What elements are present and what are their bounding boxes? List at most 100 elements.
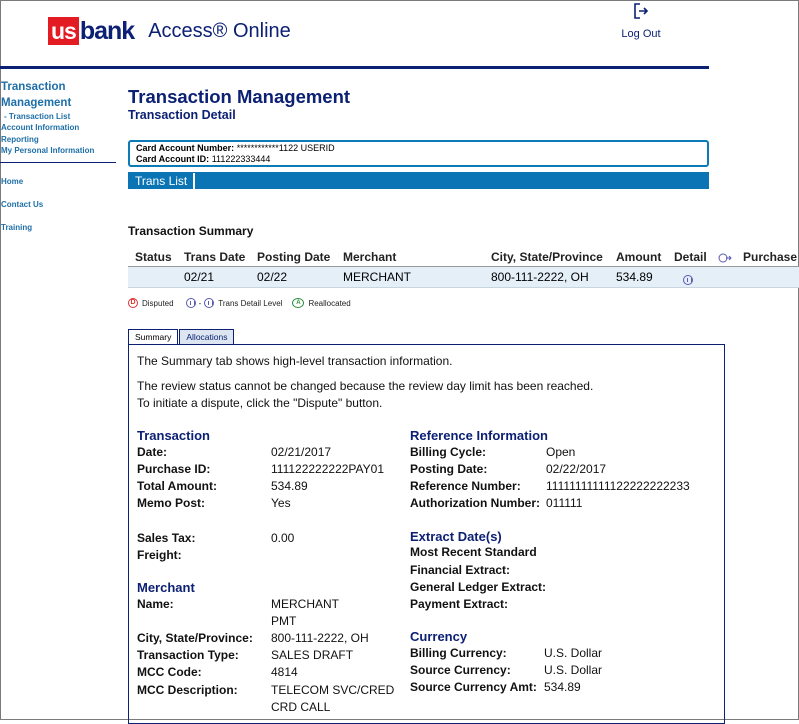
- col-amount[interactable]: Amount: [616, 250, 661, 264]
- trans-list-tab[interactable]: Trans List: [128, 173, 196, 190]
- nav-my-personal-information[interactable]: My Personal Information: [0, 145, 116, 157]
- card-account-number: ************1122 USERID: [236, 143, 335, 153]
- card-account-number-label: Card Account Number:: [136, 143, 235, 153]
- merchant-name-label: Name:: [137, 597, 174, 611]
- nav-training[interactable]: Training: [0, 222, 116, 233]
- source-currency-amt-label: Source Currency Amt:: [410, 680, 537, 694]
- section-reference-information: Reference Information: [410, 428, 548, 443]
- table-row[interactable]: 02/21 02/22 MERCHANT 800-111-2222, OH 53…: [128, 267, 799, 288]
- merchant-city-label: City, State/Province:: [137, 631, 253, 645]
- col-detail[interactable]: Detail: [674, 250, 707, 264]
- row-trans-date: 02/21: [184, 270, 215, 284]
- row-amount: 534.89: [616, 270, 653, 284]
- financial-extract-label: Financial Extract:: [410, 563, 511, 577]
- page-title: Transaction Management: [128, 86, 351, 107]
- transaction-type-value: SALES DRAFT: [271, 648, 354, 662]
- billing-cycle-value: Open: [546, 445, 576, 459]
- nav-transaction-list[interactable]: - Transaction List: [0, 111, 116, 122]
- tab-allocations[interactable]: Allocations: [179, 329, 235, 345]
- merchant-city-value: 800-111-2222, OH: [271, 631, 369, 645]
- posting-date-label: Posting Date:: [410, 462, 488, 476]
- legend-disputed: Disputed: [142, 298, 174, 308]
- table-header-row: Status Trans Date Posting Date Merchant …: [128, 247, 799, 267]
- col-trans-date[interactable]: Trans Date: [184, 250, 245, 264]
- left-navigation: Transaction Management - Transaction Lis…: [0, 79, 116, 233]
- logo-product-name: Access® Online: [148, 19, 291, 42]
- total-amount-label: Total Amount:: [137, 479, 217, 493]
- legend-trans-detail-level: Trans Detail Level: [218, 298, 283, 308]
- usbank-logo[interactable]: us bank Access® Online: [48, 16, 291, 46]
- row-city: 800-111-2222, OH: [491, 270, 589, 284]
- mcc-description-label: MCC Description:: [137, 683, 238, 697]
- legend-reallocated: Reallocated: [308, 298, 351, 308]
- nav-home[interactable]: Home: [0, 176, 116, 187]
- reference-number-label: Reference Number:: [410, 479, 521, 493]
- summary-panel: The Summary tab shows high-level transac…: [128, 344, 725, 724]
- source-currency-value: U.S. Dollar: [544, 663, 603, 677]
- header-divider: [0, 66, 709, 69]
- merchant-name-line2: PMT: [271, 614, 297, 628]
- detail-tabs: Summary Allocations: [128, 329, 235, 345]
- section-merchant: Merchant: [137, 580, 195, 595]
- memo-post-label: Memo Post:: [137, 496, 206, 510]
- section-transaction: Transaction: [137, 428, 210, 443]
- authorization-number-label: Authorization Number:: [410, 496, 540, 510]
- source-currency-amt-value: 534.89: [544, 680, 581, 694]
- detail-level-icon[interactable]: [683, 272, 693, 286]
- logout-label: Log Out: [621, 28, 661, 40]
- section-extract-dates: Extract Date(s): [410, 529, 502, 544]
- sales-tax-label: Sales Tax:: [137, 531, 196, 545]
- card-account-id: 111222333444: [211, 154, 271, 164]
- purchase-id-value: 111122222222PAY01: [271, 462, 384, 476]
- scroll-columns-icon[interactable]: [718, 252, 732, 266]
- most-recent-standard-label: Most Recent Standard: [410, 545, 537, 559]
- total-amount-value: 534.89: [271, 479, 308, 493]
- mcc-code-value: 4814: [271, 665, 298, 679]
- billing-currency-label: Billing Currency:: [410, 646, 507, 660]
- card-account-id-label: Card Account ID:: [136, 154, 210, 164]
- card-account-box: Card Account Number: ************1122 US…: [128, 140, 709, 167]
- freight-label: Freight:: [137, 548, 182, 562]
- detail-level-icon: [185, 298, 196, 308]
- posting-date-value: 02/22/2017: [546, 462, 607, 476]
- nav-reporting[interactable]: Reporting: [0, 134, 116, 146]
- reference-number-value: 11111111111122222222233: [546, 479, 690, 493]
- source-currency-label: Source Currency:: [410, 663, 511, 677]
- row-posting-date: 02/22: [257, 270, 288, 284]
- mcc-code-label: MCC Code:: [137, 665, 202, 679]
- logout-icon: [634, 3, 649, 19]
- tab-summary[interactable]: Summary: [128, 329, 179, 345]
- row-merchant[interactable]: MERCHANT: [343, 270, 411, 284]
- trans-list-bar: Trans List: [128, 172, 709, 190]
- transaction-type-label: Transaction Type:: [137, 648, 239, 662]
- memo-post-value: Yes: [271, 496, 291, 510]
- merchant-name-line1: MERCHANT: [271, 597, 339, 611]
- nav-divider: [0, 161, 116, 163]
- page-subtitle: Transaction Detail: [128, 108, 236, 122]
- billing-currency-value: U.S. Dollar: [544, 646, 603, 660]
- date-value: 02/21/2017: [271, 445, 332, 459]
- purchase-id-label: Purchase ID:: [137, 462, 211, 476]
- nav-account-information[interactable]: Account Information: [0, 122, 116, 134]
- general-ledger-extract-label: General Ledger Extract:: [410, 580, 547, 594]
- reallocated-icon: A: [292, 298, 305, 308]
- date-label: Date:: [137, 445, 168, 459]
- logo-bank: bank: [79, 16, 135, 45]
- nav-contact-us[interactable]: Contact Us: [0, 199, 116, 210]
- nav-transaction-management[interactable]: Transaction Management: [0, 79, 116, 111]
- col-city-state[interactable]: City, State/Province: [491, 250, 603, 264]
- transaction-summary-heading: Transaction Summary: [128, 224, 254, 238]
- authorization-number-value: 011111: [546, 496, 583, 510]
- transaction-summary-table: Status Trans Date Posting Date Merchant …: [128, 247, 799, 288]
- logo-us: us: [48, 17, 79, 45]
- col-purchase[interactable]: Purchase: [743, 250, 797, 264]
- col-posting-date[interactable]: Posting Date: [257, 250, 330, 264]
- logout-button[interactable]: Log Out: [616, 2, 666, 40]
- sales-tax-value: 0.00: [271, 531, 295, 545]
- col-status[interactable]: Status: [135, 250, 172, 264]
- panel-notice-review: The review status cannot be changed beca…: [137, 379, 594, 393]
- disputed-icon: D: [128, 298, 138, 308]
- mcc-description-line1: TELECOM SVC/CRED: [271, 683, 395, 697]
- mcc-description-line2: CRD CALL: [271, 700, 331, 714]
- col-merchant[interactable]: Merchant: [343, 250, 396, 264]
